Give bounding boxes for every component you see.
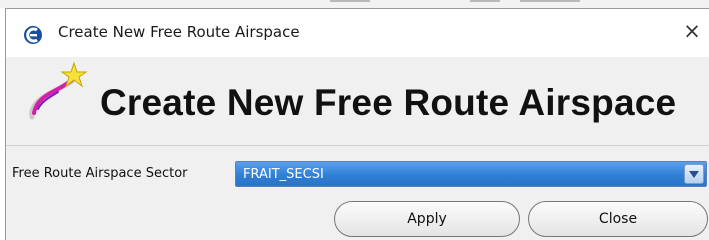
sector-select-value: FRAIT_SECSI — [243, 167, 324, 182]
app-logo-icon — [24, 26, 42, 44]
apply-button[interactable]: Apply — [334, 201, 520, 237]
window-title: Create New Free Route Airspace — [58, 23, 300, 41]
sector-label: Free Route Airspace Sector — [12, 166, 188, 181]
page-title: Create New Free Route Airspace — [100, 82, 677, 123]
close-icon[interactable]: × — [680, 19, 704, 43]
dialog-window: Create New Free Route Airspace × Create … — [5, 8, 709, 240]
sector-select[interactable]: FRAIT_SECSI — [235, 161, 707, 187]
divider — [6, 145, 709, 146]
magic-wand-star-icon — [29, 61, 88, 120]
background-window-edge — [0, 0, 709, 8]
chevron-down-icon — [689, 171, 699, 178]
close-button[interactable]: Close — [528, 201, 708, 237]
title-bar[interactable]: Create New Free Route Airspace × — [6, 9, 709, 57]
dropdown-button[interactable] — [684, 164, 704, 184]
